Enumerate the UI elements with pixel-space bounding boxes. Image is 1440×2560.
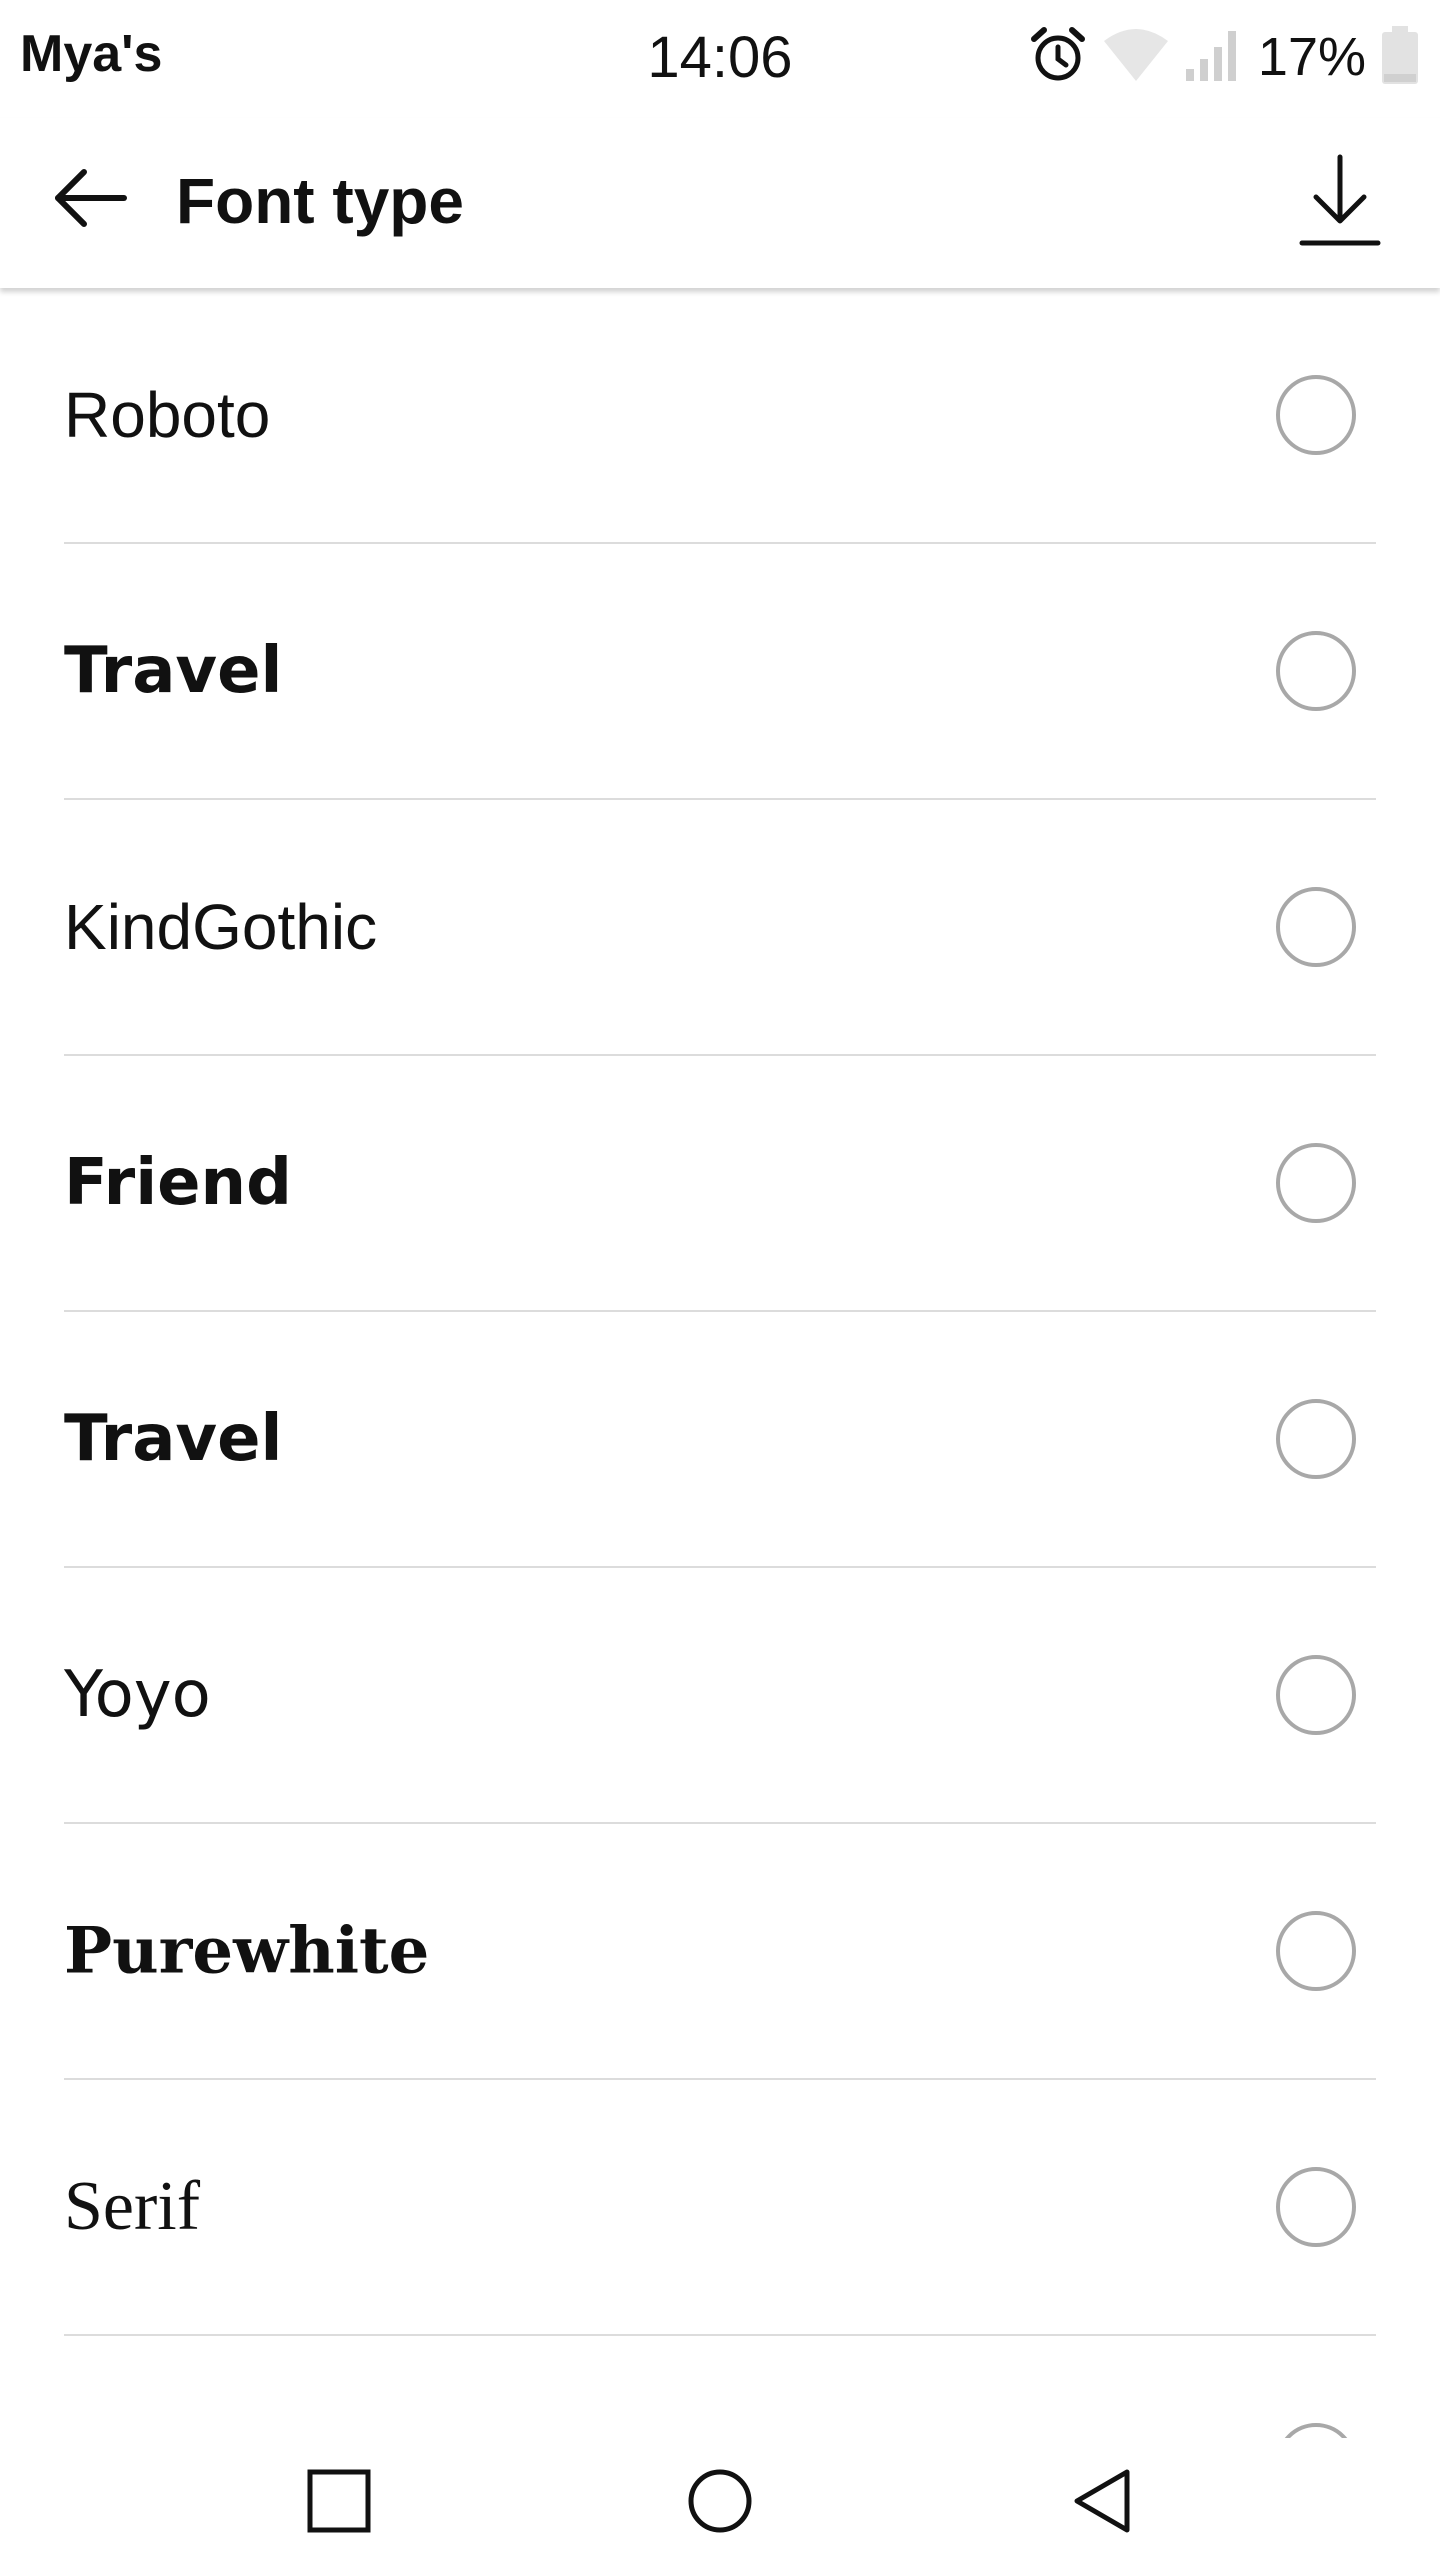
page-title: Font type: [176, 165, 464, 237]
font-option-roboto[interactable]: Roboto: [64, 288, 1376, 544]
arrow-left-icon: [52, 166, 128, 235]
back-icon: [1069, 2468, 1135, 2539]
font-option-purewhite[interactable]: Purewhite: [64, 1824, 1376, 2080]
radio-button[interactable]: [1276, 2423, 1356, 2438]
status-bar: Mya's 14:06 17%: [0, 0, 1440, 118]
back-nav-button[interactable]: [1057, 2458, 1147, 2548]
font-option-travel[interactable]: Travel: [64, 544, 1376, 800]
download-button[interactable]: [1290, 148, 1390, 258]
font-option-kindgothic[interactable]: KindGothic: [64, 800, 1376, 1056]
font-option-friend[interactable]: Friend: [64, 1056, 1376, 1312]
navigation-bar: [0, 2438, 1440, 2560]
font-option-label: Travel: [64, 634, 283, 708]
radio-button[interactable]: [1276, 1143, 1356, 1223]
font-list: Roboto Travel KindGothic Friend Travel Y…: [0, 288, 1440, 2438]
radio-button[interactable]: [1276, 1655, 1356, 1735]
signal-icon: [1184, 25, 1244, 90]
radio-button[interactable]: [1276, 631, 1356, 711]
font-option-label: Yoyo: [64, 1658, 211, 1732]
radio-button[interactable]: [1276, 887, 1356, 967]
wifi-icon: [1102, 25, 1170, 90]
home-button[interactable]: [675, 2458, 765, 2548]
font-option-partial[interactable]: [64, 2336, 1376, 2438]
radio-button[interactable]: [1276, 1399, 1356, 1479]
radio-button[interactable]: [1276, 1911, 1356, 1991]
battery-percent: 17%: [1257, 27, 1366, 87]
font-option-yoyo[interactable]: Yoyo: [64, 1568, 1376, 1824]
font-option-label: Purewhite: [64, 1913, 430, 1989]
font-option-label: Roboto: [64, 379, 271, 451]
recents-icon: [306, 2468, 372, 2539]
font-type-screen: Mya's 14:06 17% Font type Roboto Travel …: [0, 0, 1440, 2560]
font-option-label: Travel: [64, 1402, 283, 1476]
font-option-label: KindGothic: [64, 891, 378, 963]
back-button[interactable]: [48, 158, 132, 242]
font-option-travel-2[interactable]: Travel: [64, 1312, 1376, 1568]
alarm-icon: [1028, 25, 1088, 90]
font-option-label: Serif: [64, 2168, 201, 2245]
download-icon: [1298, 153, 1382, 254]
font-option-label: Friend: [64, 1146, 292, 1220]
status-icons: 17%: [1028, 22, 1420, 92]
battery-icon: [1380, 24, 1420, 91]
recents-button[interactable]: [294, 2458, 384, 2548]
home-icon: [687, 2468, 753, 2539]
app-bar: Font type: [0, 118, 1440, 288]
font-option-serif[interactable]: Serif: [64, 2080, 1376, 2336]
radio-button[interactable]: [1276, 2167, 1356, 2247]
radio-button[interactable]: [1276, 375, 1356, 455]
